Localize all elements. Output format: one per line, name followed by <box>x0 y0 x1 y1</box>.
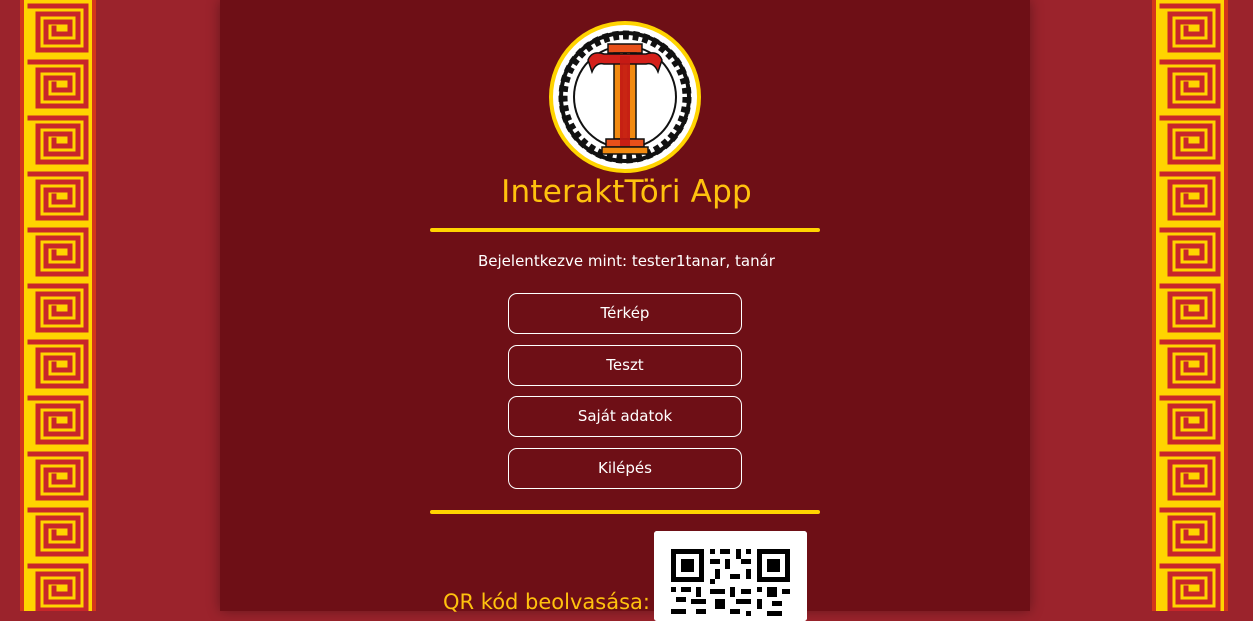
column-t-logo-icon <box>548 20 702 174</box>
map-button[interactable]: Térkép <box>508 293 742 334</box>
test-button[interactable]: Teszt <box>508 345 742 386</box>
divider-bottom <box>430 510 820 514</box>
divider-top <box>430 228 820 232</box>
greek-key-border-right <box>1152 0 1228 611</box>
qr-scan-label: QR kód beolvasása: <box>443 590 650 614</box>
logout-button[interactable]: Kilépés <box>508 448 742 489</box>
my-data-button[interactable]: Saját adatok <box>508 396 742 437</box>
qr-code-button[interactable] <box>654 531 807 621</box>
qr-code-icon <box>654 531 807 621</box>
app-title: InteraktTöri App <box>501 174 752 210</box>
logged-in-status: Bejelentkezve mint: tester1tanar, tanár <box>478 252 775 270</box>
greek-key-border-left <box>20 0 96 611</box>
